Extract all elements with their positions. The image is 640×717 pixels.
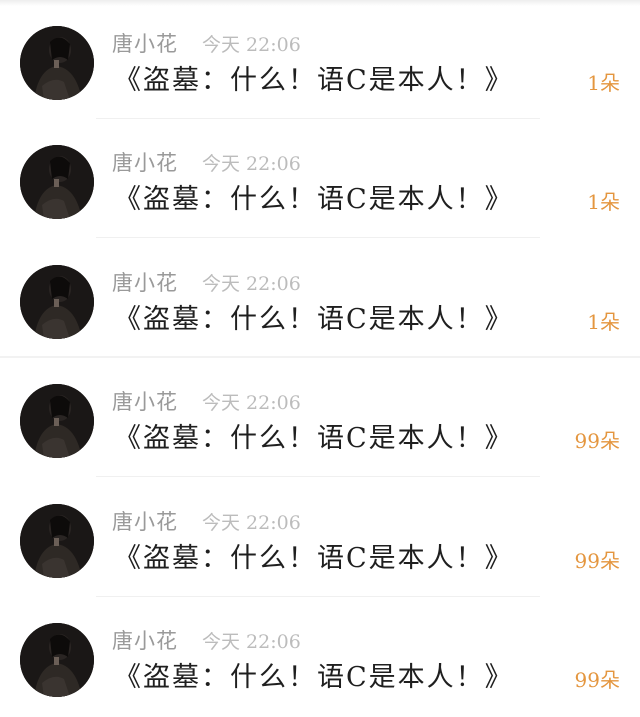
timestamp: 今天 22:06	[202, 392, 301, 414]
avatar[interactable]	[20, 145, 94, 219]
avatar[interactable]	[20, 265, 94, 339]
timestamp: 今天 22:06	[202, 512, 301, 534]
message-row[interactable]: 唐小花 今天 22:06 《盗墓：什么！语C是本人！》 1朵	[0, 239, 640, 358]
message-text: 《盗墓：什么！语C是本人！》	[114, 304, 514, 335]
timestamp: 今天 22:06	[202, 631, 301, 653]
message-text: 《盗墓：什么！语C是本人！》	[114, 662, 514, 693]
user-avatar-photo-icon	[20, 623, 94, 697]
avatar[interactable]	[20, 504, 94, 578]
timestamp: 今天 22:06	[202, 34, 301, 56]
user-avatar-photo-icon	[20, 265, 94, 339]
avatar[interactable]	[20, 384, 94, 458]
username[interactable]: 唐小花	[112, 147, 178, 177]
user-avatar-photo-icon	[20, 504, 94, 578]
message-row[interactable]: 唐小花 今天 22:06 《盗墓：什么！语C是本人！》 99朵	[0, 358, 640, 477]
row-divider	[96, 476, 540, 477]
username[interactable]: 唐小花	[112, 625, 178, 655]
message-text: 《盗墓：什么！语C是本人！》	[114, 423, 514, 454]
timestamp: 今天 22:06	[202, 153, 301, 175]
username[interactable]: 唐小花	[112, 267, 178, 297]
gift-count: 99朵	[574, 668, 620, 692]
message-row[interactable]: 唐小花 今天 22:06 《盗墓：什么！语C是本人！》 1朵	[0, 119, 640, 238]
username[interactable]: 唐小花	[112, 506, 178, 536]
avatar[interactable]	[20, 623, 94, 697]
gift-count: 99朵	[574, 429, 620, 453]
user-avatar-photo-icon	[20, 384, 94, 458]
timestamp: 今天 22:06	[202, 273, 301, 295]
message-row[interactable]: 唐小花 今天 22:06 《盗墓：什么！语C是本人！》 1朵	[0, 0, 640, 119]
message-text: 《盗墓：什么！语C是本人！》	[114, 184, 514, 215]
message-text: 《盗墓：什么！语C是本人！》	[114, 543, 514, 574]
username[interactable]: 唐小花	[112, 386, 178, 416]
gift-count: 99朵	[574, 549, 620, 573]
gift-count: 1朵	[587, 190, 620, 214]
avatar[interactable]	[20, 26, 94, 100]
message-row[interactable]: 唐小花 今天 22:06 《盗墓：什么！语C是本人！》 99朵	[0, 597, 640, 716]
message-row[interactable]: 唐小花 今天 22:06 《盗墓：什么！语C是本人！》 99朵	[0, 478, 640, 597]
gift-count: 1朵	[587, 71, 620, 95]
row-divider	[96, 237, 540, 238]
user-avatar-photo-icon	[20, 26, 94, 100]
message-text: 《盗墓：什么！语C是本人！》	[114, 65, 514, 96]
username[interactable]: 唐小花	[112, 28, 178, 58]
gift-count: 1朵	[587, 310, 620, 334]
user-avatar-photo-icon	[20, 145, 94, 219]
